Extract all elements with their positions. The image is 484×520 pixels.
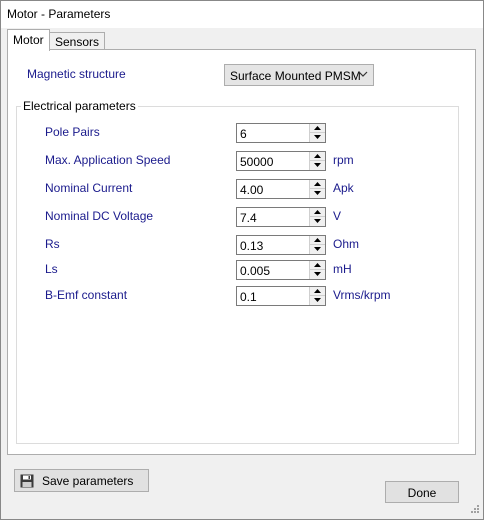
resize-grip-icon[interactable] (468, 504, 480, 516)
ls-up[interactable] (310, 261, 325, 270)
floppy-disk-icon (20, 474, 34, 488)
triangle-down-icon (314, 247, 321, 251)
unit-max-speed: rpm (333, 153, 354, 167)
max-speed-up[interactable] (310, 152, 325, 161)
title-bar: Motor - Parameters (1, 1, 483, 28)
triangle-down-icon (314, 163, 321, 167)
electrical-parameters-group: Electrical parameters Pole Pairs 6 Max. … (16, 99, 459, 444)
rs-value: 0.13 (240, 239, 264, 253)
ls-spinbox[interactable]: 0.005 (236, 260, 326, 280)
param-label-pole-pairs: Pole Pairs (45, 125, 100, 139)
electrical-parameters-legend: Electrical parameters (21, 99, 138, 113)
ls-down[interactable] (310, 270, 325, 279)
triangle-up-icon (314, 263, 321, 267)
rs-spinbox[interactable]: 0.13 (236, 235, 326, 255)
triangle-up-icon (314, 126, 321, 130)
max-speed-value: 50000 (240, 155, 274, 169)
unit-bemf-constant: Vrms/krpm (333, 288, 391, 302)
nominal-dc-voltage-up[interactable] (310, 208, 325, 217)
bemf-constant-value: 0.1 (240, 290, 257, 304)
triangle-down-icon (314, 191, 321, 195)
max-speed-down[interactable] (310, 161, 325, 170)
rs-up[interactable] (310, 236, 325, 245)
nominal-current-value: 4.00 (240, 183, 264, 197)
done-button[interactable]: Done (385, 481, 459, 503)
bemf-constant-up[interactable] (310, 287, 325, 296)
magnetic-structure-label: Magnetic structure (27, 67, 126, 81)
triangle-down-icon (314, 219, 321, 223)
nominal-current-up[interactable] (310, 180, 325, 189)
nominal-dc-voltage-spinbox[interactable]: 7.4 (236, 207, 326, 227)
triangle-up-icon (314, 182, 321, 186)
param-label-rs: Rs (45, 237, 60, 251)
tab-motor[interactable]: Motor (7, 29, 50, 51)
param-label-nominal-dc-voltage: Nominal DC Voltage (45, 209, 154, 223)
tab-motor-label: Motor (13, 33, 44, 47)
pole-pairs-down[interactable] (310, 133, 325, 142)
motor-parameters-window: Motor - Parameters Motor Sensors Magneti… (0, 0, 484, 520)
chevron-down-icon (358, 71, 368, 77)
tab-sensors-label: Sensors (55, 35, 100, 49)
max-speed-spinbox[interactable]: 50000 (236, 151, 326, 171)
nominal-dc-voltage-down[interactable] (310, 217, 325, 226)
param-label-nominal-current: Nominal Current (45, 181, 133, 195)
unit-nominal-dc-voltage: V (333, 209, 342, 223)
bemf-constant-down[interactable] (310, 296, 325, 305)
unit-ls: mH (333, 262, 352, 276)
triangle-up-icon (314, 289, 321, 293)
param-label-ls: Ls (45, 262, 58, 276)
ls-value: 0.005 (240, 264, 271, 278)
save-parameters-label: Save parameters (42, 474, 134, 488)
window-title: Motor - Parameters (7, 7, 111, 21)
bemf-constant-spinbox[interactable]: 0.1 (236, 286, 326, 306)
unit-rs: Ohm (333, 237, 360, 251)
pole-pairs-value: 6 (240, 127, 247, 141)
triangle-up-icon (314, 238, 321, 242)
nominal-dc-voltage-value: 7.4 (240, 211, 257, 225)
param-label-max-speed: Max. Application Speed (45, 153, 171, 167)
magnetic-structure-select[interactable]: Surface Mounted PMSM (224, 64, 374, 86)
pole-pairs-up[interactable] (310, 124, 325, 133)
nominal-current-spinbox[interactable]: 4.00 (236, 179, 326, 199)
unit-nominal-current: Apk (333, 181, 354, 195)
nominal-current-down[interactable] (310, 189, 325, 198)
motor-tab-panel: Magnetic structure Surface Mounted PMSM … (7, 49, 476, 455)
triangle-up-icon (314, 154, 321, 158)
pole-pairs-spinbox[interactable]: 6 (236, 123, 326, 143)
triangle-down-icon (314, 298, 321, 302)
triangle-down-icon (314, 272, 321, 276)
triangle-up-icon (314, 210, 321, 214)
triangle-down-icon (314, 135, 321, 139)
tab-sensors[interactable]: Sensors (49, 32, 106, 49)
rs-down[interactable] (310, 245, 325, 254)
done-label: Done (407, 486, 437, 500)
param-label-bemf-constant: B-Emf constant (45, 288, 128, 302)
save-parameters-button[interactable]: Save parameters (14, 469, 149, 492)
magnetic-structure-value: Surface Mounted PMSM (230, 69, 361, 83)
